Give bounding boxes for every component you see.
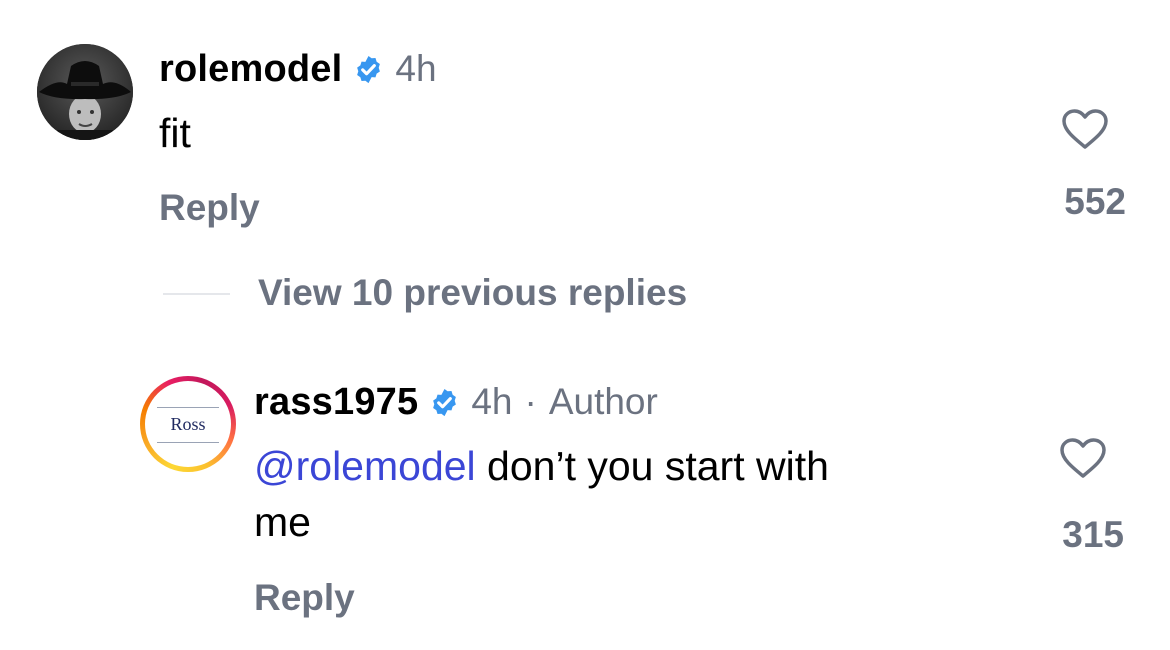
reply-text-line-2: me	[254, 499, 311, 545]
cowboy-hat-photo-icon	[37, 44, 133, 140]
meta-separator: ·	[524, 381, 537, 422]
like-heart-icon[interactable]	[1060, 107, 1110, 156]
ross-logo-icon: Ross	[149, 385, 227, 463]
reply-text-line-1: @rolemodel don’t you start with	[254, 440, 829, 492]
like-count: 315	[1062, 514, 1124, 555]
reply-button[interactable]: Reply	[159, 186, 260, 230]
view-previous-replies-link[interactable]: View 10 previous replies	[258, 271, 687, 315]
author-tag: Author	[548, 381, 658, 422]
verified-badge-icon	[353, 54, 384, 85]
thread-divider	[163, 293, 230, 295]
avatar-logo-text: Ross	[170, 414, 206, 434]
verified-badge-icon	[429, 387, 460, 418]
reply-header-rass1975: rass1975 4h · Author	[254, 380, 658, 424]
reply-time: 4h	[471, 381, 513, 422]
avatar-rolemodel[interactable]	[37, 44, 133, 140]
username[interactable]: rolemodel	[159, 47, 342, 91]
comment-time: 4h	[395, 48, 437, 89]
reply-text: don’t you start with	[475, 443, 829, 489]
reply-button[interactable]: Reply	[254, 576, 355, 620]
comment-text: fit	[159, 110, 191, 156]
comment-header-rolemodel: rolemodel 4h	[159, 47, 437, 91]
avatar-rass1975[interactable]: Ross	[140, 376, 236, 472]
username[interactable]: rass1975	[254, 380, 418, 424]
avatar-ring-gap: Ross	[145, 381, 231, 467]
like-count: 552	[1064, 181, 1126, 222]
mention-link[interactable]: @rolemodel	[254, 443, 476, 489]
like-heart-icon[interactable]	[1058, 436, 1108, 485]
